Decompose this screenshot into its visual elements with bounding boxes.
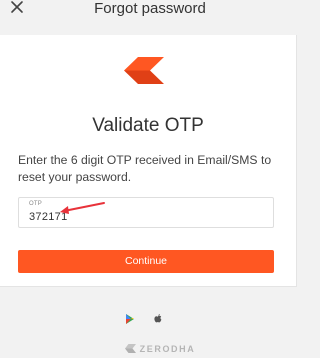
annotation-arrow-icon <box>60 202 105 214</box>
card-title: Validate OTP <box>92 115 204 136</box>
google-play-link[interactable] <box>124 312 136 324</box>
instruction-text: Enter the 6 digit OTP received in Email/… <box>18 153 272 184</box>
top-bar: Forgot password <box>0 0 300 20</box>
brand-logo <box>124 57 164 84</box>
google-play-icon <box>126 314 134 324</box>
app-store-link[interactable] <box>152 312 164 324</box>
brand-footer: ZERODHA <box>0 340 320 354</box>
continue-button[interactable]: Continue <box>18 250 274 273</box>
brand-mark-icon <box>124 344 136 353</box>
otp-field-label: OTP <box>29 201 42 207</box>
validate-otp-card: Validate OTP Enter the 6 digit OTP recei… <box>0 35 297 287</box>
page-title: Forgot password <box>94 0 206 17</box>
apple-icon <box>154 314 162 323</box>
